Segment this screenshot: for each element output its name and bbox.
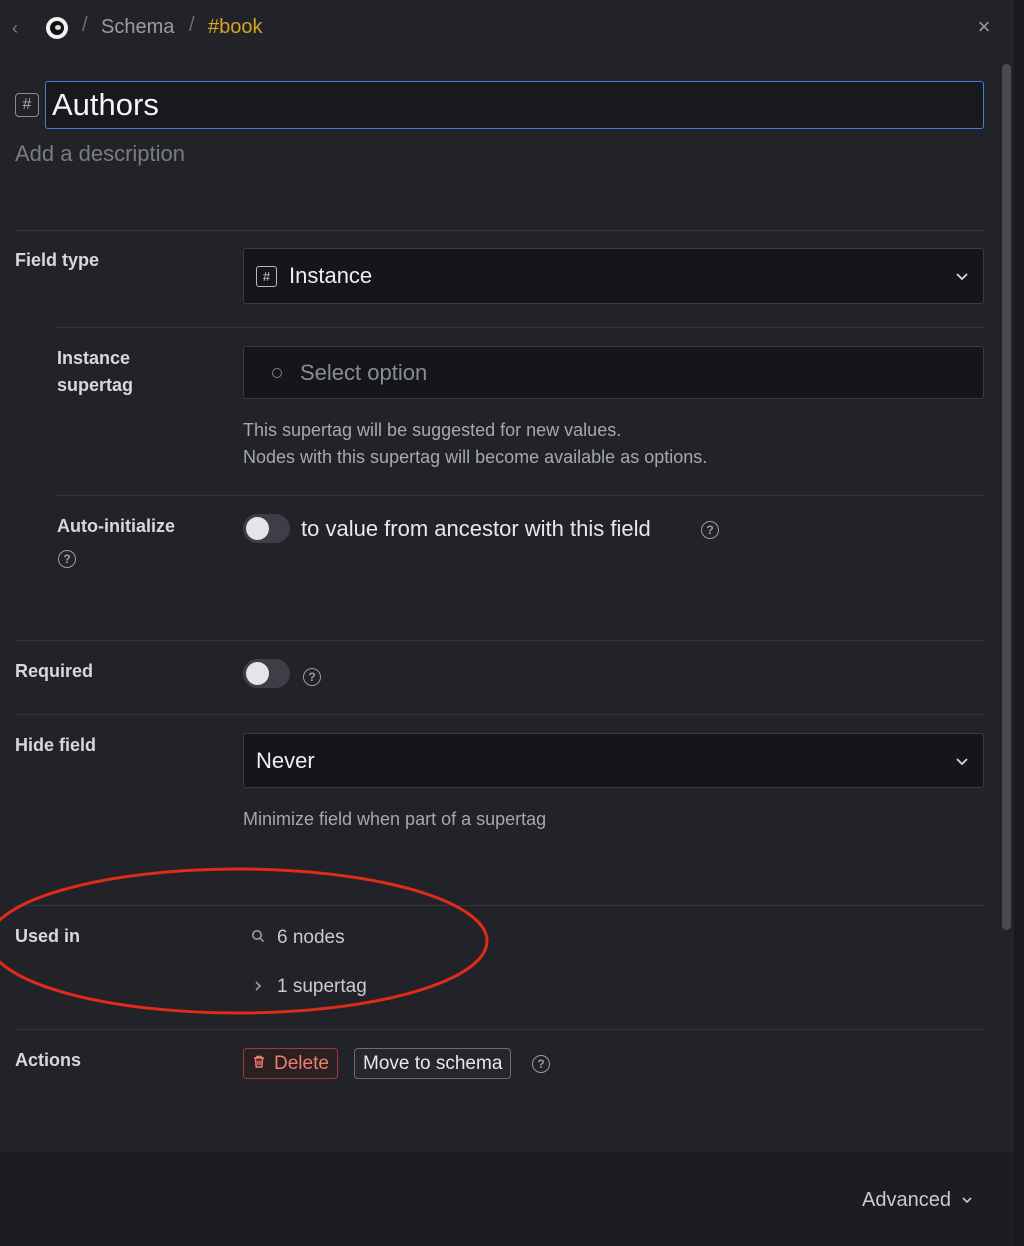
back-icon[interactable]: ‹ — [6, 16, 24, 40]
field-type-value: Instance — [289, 263, 373, 288]
divider — [15, 640, 984, 641]
breadcrumb-separator: / — [82, 14, 88, 36]
advanced-toggle[interactable]: Advanced — [862, 1189, 973, 1212]
move-to-schema-label: Move to schema — [363, 1052, 503, 1074]
instance-supertag-select[interactable]: Select option — [243, 346, 984, 399]
divider — [57, 327, 984, 328]
required-label: Required — [15, 661, 94, 681]
option-circle-icon — [272, 367, 282, 378]
instance-supertag-help-line1: This supertag will be suggested for new … — [243, 420, 622, 440]
divider — [15, 714, 984, 715]
breadcrumb-separator: / — [189, 14, 195, 36]
actions-label: Actions — [15, 1050, 82, 1070]
divider — [15, 905, 984, 906]
window-edge — [1014, 0, 1024, 1246]
used-in-nodes[interactable]: 6 nodes — [249, 927, 345, 949]
used-in-nodes-text: 6 nodes — [277, 927, 345, 948]
hash-icon: # — [256, 265, 277, 287]
field-type-label: Field type — [15, 250, 100, 270]
breadcrumb-book-tag[interactable]: #book — [208, 16, 263, 39]
chevron-right-icon — [249, 979, 267, 996]
workspace-avatar[interactable] — [46, 17, 68, 39]
breadcrumb-schema[interactable]: Schema — [101, 16, 174, 39]
hide-field-value: Never — [256, 747, 315, 773]
select-option-placeholder: Select option — [300, 359, 428, 385]
auto-initialize-text: to value from ancestor with this field — [301, 516, 651, 541]
used-in-supertags[interactable]: 1 supertag — [249, 976, 367, 998]
top-bar: ‹ / Schema / #book × — [0, 0, 1014, 56]
help-icon[interactable]: ? — [532, 1055, 550, 1073]
instance-supertag-label-line1: Instance — [57, 348, 131, 368]
move-to-schema-button[interactable]: Move to schema — [354, 1048, 512, 1079]
help-icon[interactable]: ? — [303, 668, 321, 686]
search-icon — [249, 929, 267, 947]
advanced-label: Advanced — [862, 1189, 951, 1211]
instance-supertag-label-line2: supertag — [57, 375, 134, 395]
field-config-panel: ‹ / Schema / #book × # Authors Add a des… — [0, 0, 1014, 1246]
delete-label: Delete — [274, 1052, 329, 1074]
divider — [15, 230, 984, 231]
hide-field-help: Minimize field when part of a supertag — [243, 809, 547, 829]
chevron-down-icon — [955, 754, 969, 768]
hash-icon: # — [15, 93, 39, 117]
field-type-select[interactable]: # Instance — [243, 248, 984, 304]
field-title-input[interactable]: Authors — [45, 81, 984, 129]
description-input[interactable]: Add a description — [15, 141, 185, 167]
hide-field-label: Hide field — [15, 735, 97, 755]
used-in-label: Used in — [15, 926, 81, 946]
hide-field-select[interactable]: Never — [243, 733, 984, 788]
used-in-supertags-text: 1 supertag — [277, 976, 367, 997]
auto-initialize-label: Auto-initialize — [57, 516, 175, 536]
chevron-down-icon — [955, 269, 969, 283]
chevron-down-icon — [961, 1193, 973, 1209]
scrollbar[interactable] — [1002, 64, 1011, 930]
help-icon[interactable]: ? — [701, 521, 719, 539]
auto-initialize-toggle[interactable] — [243, 514, 290, 543]
instance-supertag-help-line2: Nodes with this supertag will become ava… — [243, 447, 708, 467]
close-icon[interactable]: × — [972, 14, 996, 39]
delete-button[interactable]: Delete — [243, 1048, 338, 1079]
trash-icon — [252, 1054, 266, 1074]
divider — [57, 495, 984, 496]
required-toggle[interactable] — [243, 659, 290, 688]
help-icon[interactable]: ? — [58, 550, 76, 568]
divider — [15, 1029, 984, 1030]
